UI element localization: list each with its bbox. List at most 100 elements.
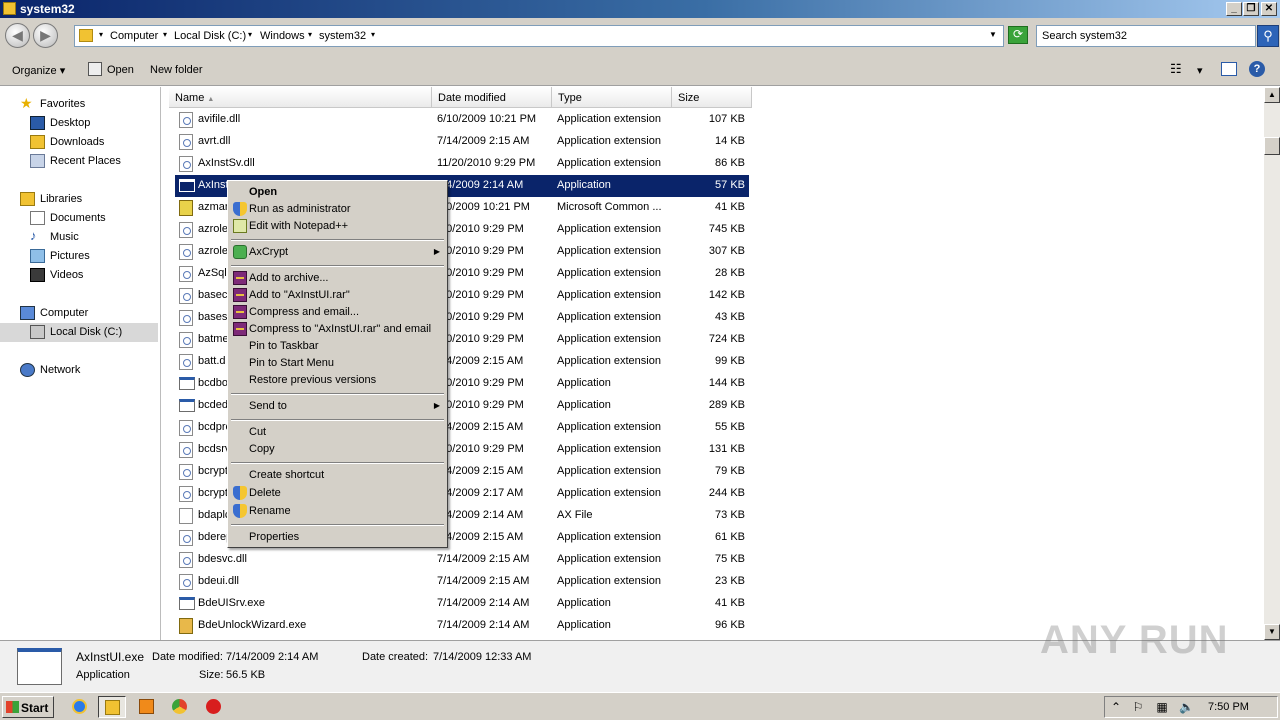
file-size: 131 KB xyxy=(708,443,745,455)
nav-music[interactable]: ♪ Music xyxy=(0,228,158,247)
start-button[interactable]: Start xyxy=(2,696,54,718)
computer-icon xyxy=(20,306,35,320)
menu-item-pin-taskbar[interactable]: Pin to Taskbar xyxy=(230,338,445,355)
column-header-type[interactable]: Type xyxy=(552,87,672,108)
file-date-modified: /14/2009 2:15 AM xyxy=(437,421,524,433)
file-row[interactable]: avifile.dll 6/10/2009 10:21 PM Application… xyxy=(175,109,749,131)
menu-item-cut[interactable]: Cut xyxy=(230,424,445,441)
file-size: 43 KB xyxy=(715,311,745,323)
help-icon[interactable]: ? xyxy=(1249,61,1265,77)
taskbar-app[interactable] xyxy=(200,696,228,718)
file-row[interactable]: avrt.dll 7/14/2009 2:15 AM Application ext… xyxy=(175,131,749,153)
volume-icon[interactable]: 🔈 xyxy=(1179,700,1194,714)
nav-desktop[interactable]: Desktop xyxy=(0,114,158,133)
crumb-arrow-icon[interactable]: ▾ xyxy=(371,30,375,39)
winrar-icon xyxy=(233,305,247,319)
menu-item-open[interactable]: Open xyxy=(230,184,445,201)
taskbar-chrome[interactable] xyxy=(166,696,194,718)
nav-documents[interactable]: Documents xyxy=(0,209,158,228)
taskbar-ie[interactable] xyxy=(66,696,94,718)
action-center-flag-icon[interactable]: ⚐ xyxy=(1131,700,1145,714)
menu-item-restore-versions[interactable]: Restore previous versions xyxy=(230,372,445,389)
file-row[interactable]: BdeUISrv.exe 7/14/2009 2:14 AM Application… xyxy=(175,593,749,615)
file-name: bcded xyxy=(198,399,228,411)
taskbar-media-player[interactable] xyxy=(133,696,161,718)
view-options-icon[interactable]: ☷ xyxy=(1170,61,1182,77)
menu-separator xyxy=(231,239,444,241)
address-row: ◀ ▶ ▾ Computer ▾ Local Disk (C:) ▾ Windo… xyxy=(0,18,1280,54)
file-size: 57 KB xyxy=(715,179,745,191)
clock[interactable]: 7:50 PM xyxy=(1208,701,1249,713)
nav-downloads[interactable]: Downloads xyxy=(0,133,158,152)
file-row[interactable]: BdeUnlockWizard.exe 7/14/2009 2:14 AM Appl… xyxy=(175,615,749,637)
menu-item-copy[interactable]: Copy xyxy=(230,441,445,458)
vertical-scrollbar[interactable]: ▲ ▼ xyxy=(1264,87,1280,640)
file-name: azrole xyxy=(198,223,228,235)
taskbar: Start ⌃ ⚐ ▦ 🔈 7:50 PM xyxy=(0,692,1280,720)
column-header-name[interactable]: Name ▲ xyxy=(169,87,432,108)
recent-places-icon xyxy=(30,154,45,168)
menu-item-compress-rar-email[interactable]: Compress to "AxInstUI.rar" and email xyxy=(230,321,445,338)
crumb-local-disk[interactable]: Local Disk (C:) xyxy=(174,30,246,42)
column-header-date[interactable]: Date modified xyxy=(432,87,552,108)
menu-item-pin-start[interactable]: Pin to Start Menu xyxy=(230,355,445,372)
file-row[interactable]: bdesvc.dll 7/14/2009 2:15 AM Application e… xyxy=(175,549,749,571)
nav-pictures[interactable]: Pictures xyxy=(0,247,158,266)
forward-button[interactable]: ▶ xyxy=(33,23,58,48)
minimize-button[interactable]: _ xyxy=(1226,2,1242,16)
menu-item-send-to[interactable]: Send to ▶ xyxy=(230,398,445,415)
view-dropdown-icon[interactable]: ▾ xyxy=(1197,64,1203,77)
network-tray-icon[interactable]: ▦ xyxy=(1155,700,1169,714)
nav-libraries[interactable]: Libraries xyxy=(0,190,158,209)
search-input[interactable]: Search system32 xyxy=(1036,25,1256,47)
menu-item-run-as-admin[interactable]: Run as administrator xyxy=(230,201,445,218)
crumb-arrow-icon[interactable]: ▾ xyxy=(308,30,312,39)
menu-item-compress-email[interactable]: Compress and email... xyxy=(230,304,445,321)
crumb-computer[interactable]: Computer xyxy=(110,30,158,42)
refresh-button[interactable]: ⟳ xyxy=(1008,26,1028,44)
menu-item-add-archive[interactable]: Add to archive... xyxy=(230,270,445,287)
new-folder-button[interactable]: New folder xyxy=(150,64,203,76)
menu-item-create-shortcut[interactable]: Create shortcut xyxy=(230,467,445,484)
nav-network[interactable]: Network xyxy=(0,361,158,380)
tray-expand-icon[interactable]: ⌃ xyxy=(1109,700,1123,714)
preview-pane-icon[interactable] xyxy=(1221,62,1237,76)
back-button[interactable]: ◀ xyxy=(5,23,30,48)
file-date-modified: /20/2010 9:29 PM xyxy=(437,443,524,455)
application-icon xyxy=(179,179,195,192)
menu-item-add-rar[interactable]: Add to "AxInstUI.rar" xyxy=(230,287,445,304)
nav-favorites[interactable]: ★ Favorites xyxy=(0,95,158,114)
crumb-windows[interactable]: Windows xyxy=(260,30,305,42)
organize-button[interactable]: Organize ▾ xyxy=(12,64,65,77)
crumb-arrow-icon[interactable]: ▾ xyxy=(248,30,252,39)
desktop-icon xyxy=(30,116,45,130)
scroll-up-button[interactable]: ▲ xyxy=(1264,87,1280,103)
file-name: BdeUISrv.exe xyxy=(198,597,266,609)
menu-item-rename[interactable]: Rename xyxy=(230,503,445,520)
column-header-size[interactable]: Size xyxy=(672,87,752,108)
menu-item-properties[interactable]: Properties xyxy=(230,529,445,546)
file-row[interactable]: AxInstSv.dll 11/20/2010 9:29 PM Applicatio… xyxy=(175,153,749,175)
nav-local-disk[interactable]: Local Disk (C:) xyxy=(0,323,158,342)
chevron-down-icon[interactable]: ▾ xyxy=(99,30,103,39)
crumb-arrow-icon[interactable]: ▾ xyxy=(163,30,167,39)
nav-computer[interactable]: Computer xyxy=(0,304,158,323)
scroll-down-button[interactable]: ▼ xyxy=(1264,624,1280,640)
maximize-button[interactable]: ❐ xyxy=(1243,2,1259,16)
dll-file-icon xyxy=(179,420,193,436)
nav-recent-places[interactable]: Recent Places xyxy=(0,152,158,171)
address-history-dropdown[interactable]: ▼ xyxy=(989,30,997,39)
menu-item-axcrypt[interactable]: AxCrypt ▶ xyxy=(230,244,445,261)
videos-icon xyxy=(30,268,45,282)
scroll-thumb[interactable] xyxy=(1264,137,1280,155)
nav-videos[interactable]: Videos xyxy=(0,266,158,285)
file-row[interactable]: bdeui.dll 7/14/2009 2:15 AM Application ex… xyxy=(175,571,749,593)
close-button[interactable]: ✕ xyxy=(1261,2,1277,16)
taskbar-explorer[interactable] xyxy=(98,696,126,718)
menu-item-edit-notepad[interactable]: Edit with Notepad++ xyxy=(230,218,445,235)
open-button[interactable]: Open xyxy=(107,64,134,76)
crumb-system32[interactable]: system32 xyxy=(319,30,366,42)
search-icon[interactable]: ⚲ xyxy=(1257,25,1279,47)
menu-item-delete[interactable]: Delete xyxy=(230,485,445,502)
address-bar[interactable]: ▾ Computer ▾ Local Disk (C:) ▾ Windows ▾… xyxy=(74,25,1004,47)
